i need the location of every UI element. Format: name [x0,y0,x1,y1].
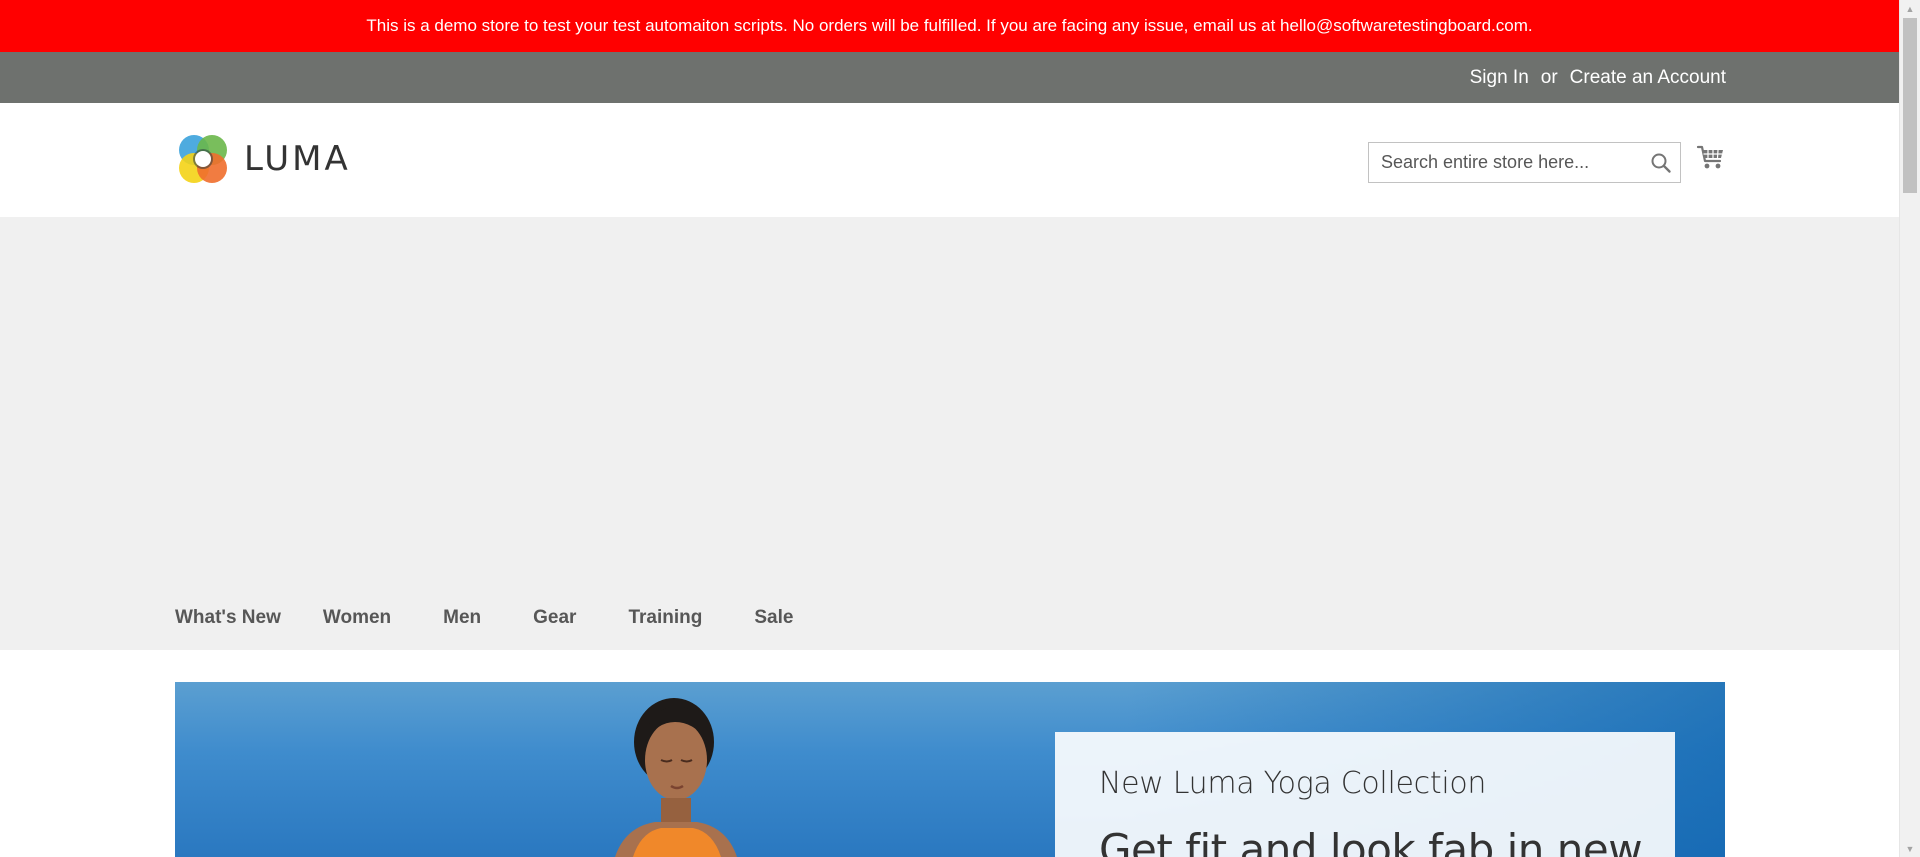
nav-item-training[interactable]: Training [628,607,702,629]
nav-item-women[interactable]: Women [323,607,391,629]
header-links-separator: or [1540,66,1558,88]
page-scrollbar[interactable]: ▲ ▼ [1899,0,1920,857]
search-box [1368,142,1681,183]
page-viewport: This is a demo store to test your test a… [0,0,1899,857]
header-links: Sign In or Create an Account [1470,52,1726,103]
search-input[interactable] [1369,143,1639,182]
create-account-link[interactable]: Create an Account [1570,67,1726,89]
hero-model-image [615,698,737,857]
luma-logo-icon [179,135,227,183]
nav-item-gear[interactable]: Gear [533,607,576,629]
nav-item-sale[interactable]: Sale [754,607,793,629]
hero-headline: Get fit and look fab in new [1099,825,1643,857]
scroll-down-arrow-icon[interactable]: ▼ [1900,840,1920,857]
scroll-up-arrow-icon[interactable]: ▲ [1900,0,1920,17]
nav-item-whats-new[interactable]: What's New [175,607,281,629]
logo-text: LUMA [244,139,351,179]
nav-item-men[interactable]: Men [443,607,481,629]
hero-eyebrow: New Luma Yoga Collection [1099,766,1487,801]
logo-link[interactable]: LUMA [175,131,351,187]
search-icon[interactable] [1650,152,1672,174]
hero-promo-card: New Luma Yoga Collection Get fit and loo… [1055,732,1675,857]
header-content: LUMA [0,103,1899,217]
nav-sections: What's New Women Men Gear Training Sale [0,217,1899,650]
sign-in-link[interactable]: Sign In [1470,67,1529,89]
panel-header: Sign In or Create an Account [0,52,1899,103]
cart-icon[interactable] [1696,143,1726,173]
demo-notice-text: This is a demo store to test your test a… [366,16,1533,35]
main-nav: What's New Women Men Gear Training Sale [175,607,834,629]
hero-banner[interactable]: New Luma Yoga Collection Get fit and loo… [175,682,1725,857]
scroll-thumb[interactable] [1903,18,1917,193]
demo-notice-banner: This is a demo store to test your test a… [0,0,1899,52]
